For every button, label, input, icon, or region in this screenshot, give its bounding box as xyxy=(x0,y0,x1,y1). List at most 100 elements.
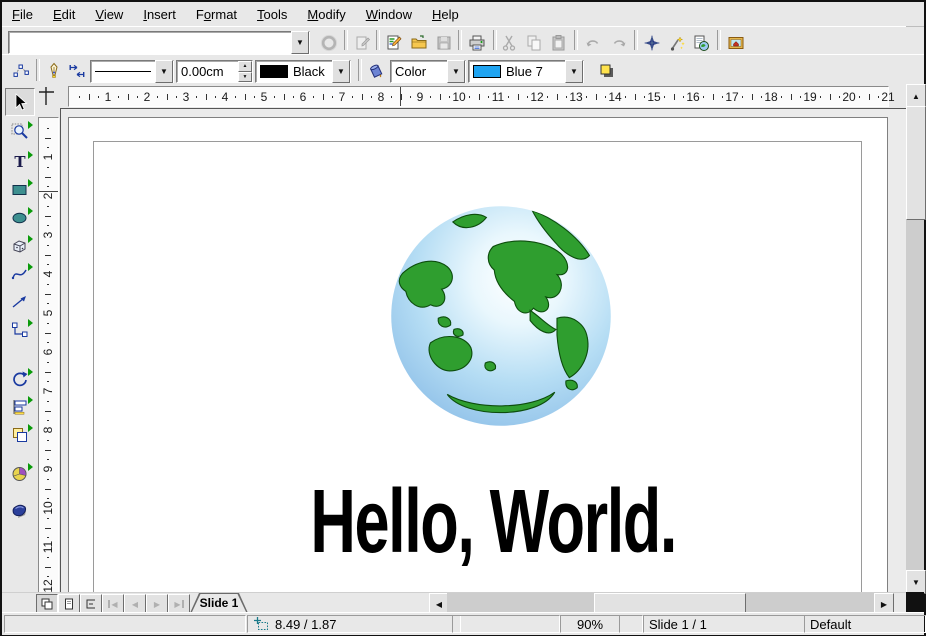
autopilot-button[interactable] xyxy=(664,30,689,55)
url-combo-value[interactable] xyxy=(9,32,291,53)
web-document-button[interactable] xyxy=(688,30,714,55)
flyout-indicator xyxy=(28,396,33,404)
fill-color-dropdown-button[interactable]: ▼ xyxy=(565,60,583,83)
fill-type-dropdown-button[interactable]: ▼ xyxy=(447,60,465,83)
zoom-tool[interactable] xyxy=(5,118,35,146)
fill-color-combo[interactable]: Blue 7 ▼ xyxy=(468,60,584,83)
open-button[interactable] xyxy=(406,30,432,55)
effects-tool[interactable] xyxy=(5,498,35,526)
flyout-indicator xyxy=(28,121,33,129)
cursor-position-panel[interactable]: 8.49 / 1.87 xyxy=(247,615,461,633)
line-width-spin-buttons[interactable]: ▲ ▼ xyxy=(238,61,252,82)
line-style-combo[interactable]: ▼ xyxy=(90,60,174,83)
url-combo-dropdown-button[interactable]: ▼ xyxy=(291,31,309,54)
print-button[interactable] xyxy=(463,30,491,55)
edit-points-icon xyxy=(12,62,30,80)
slide-view-button[interactable] xyxy=(36,594,58,614)
select-tool[interactable] xyxy=(5,88,35,116)
master-view-button[interactable] xyxy=(58,594,80,614)
separator xyxy=(458,30,462,50)
spin-down-icon[interactable]: ▼ xyxy=(238,72,252,83)
globe-ocean xyxy=(391,206,611,426)
horizontal-ruler[interactable]: 123456789101112131415161718192021 xyxy=(60,84,906,108)
window-resize-grip[interactable] xyxy=(906,592,924,612)
lines-arrows-tool[interactable] xyxy=(5,288,35,316)
new-document-icon xyxy=(385,34,403,52)
menu-format[interactable]: Format xyxy=(186,4,247,25)
paste-button xyxy=(546,30,572,55)
menu-help[interactable]: Help xyxy=(422,4,469,25)
spin-up-icon[interactable]: ▲ xyxy=(238,61,252,72)
last-slide-button: ▶ xyxy=(168,594,190,614)
shadow-button[interactable] xyxy=(594,58,620,84)
hruler-number: 20 xyxy=(842,90,855,104)
slide-title-textbox[interactable]: Hello, World. xyxy=(70,470,906,580)
zoom-value: 90% xyxy=(577,617,603,632)
hruler-number: 17 xyxy=(725,90,738,104)
url-combo[interactable]: ▼ xyxy=(8,31,310,54)
menu-edit[interactable]: Edit xyxy=(43,4,85,25)
hruler-number: 10 xyxy=(452,90,465,104)
drawing-canvas[interactable]: Hello, World. xyxy=(60,108,906,592)
horizontal-scrollbar[interactable] xyxy=(447,593,874,613)
layer-view-button[interactable] xyxy=(80,594,102,614)
vruler-number: 8 xyxy=(41,427,55,434)
rotate-tool[interactable] xyxy=(5,365,35,393)
line-color-dropdown-button[interactable]: ▼ xyxy=(332,60,350,83)
new-document-button[interactable] xyxy=(381,30,407,55)
solid-line-sample xyxy=(95,71,151,72)
menu-window[interactable]: Window xyxy=(356,4,422,25)
hruler-number: 1 xyxy=(105,90,112,104)
copy-button xyxy=(521,30,547,55)
vertical-ruler[interactable]: 123456789101112 xyxy=(36,108,60,592)
alignment-tool[interactable] xyxy=(5,393,35,421)
slide-indicator-panel[interactable]: Slide 1 / 1 xyxy=(643,615,805,633)
copy-icon xyxy=(525,34,543,52)
menu-tools[interactable]: Tools xyxy=(247,4,297,25)
master-view-icon xyxy=(63,598,75,610)
arrange-tool[interactable] xyxy=(5,421,35,449)
ellipse-tool[interactable] xyxy=(5,204,35,232)
line-width-spinner[interactable]: 0.00cm ▲ ▼ xyxy=(176,60,253,83)
chevron-down-icon: ▼ xyxy=(337,67,345,76)
object-bar: ▼ 0.00cm ▲ ▼ Black ▼ Color ▼ Blue 7 ▼ xyxy=(2,54,924,86)
insert-tool[interactable] xyxy=(5,460,35,488)
flyout-indicator xyxy=(28,263,33,271)
arrow-style-button[interactable] xyxy=(65,58,89,84)
3d-objects-tool[interactable] xyxy=(5,232,35,260)
vertical-scrollbar[interactable]: ▲ ▼ xyxy=(906,84,924,592)
menu-insert[interactable]: Insert xyxy=(133,4,186,25)
line-style-dropdown-button[interactable]: ▼ xyxy=(155,60,173,83)
fill-type-combo[interactable]: Color ▼ xyxy=(390,60,466,83)
page-style-panel[interactable]: Default xyxy=(804,615,926,633)
flyout-indicator xyxy=(28,207,33,215)
separator xyxy=(36,59,40,81)
edit-file-button xyxy=(350,30,375,55)
status-modified-panel xyxy=(619,615,643,633)
rectangle-tool[interactable] xyxy=(5,176,35,204)
scroll-down-button[interactable]: ▼ xyxy=(906,570,926,594)
line-dialog-button[interactable] xyxy=(42,58,66,84)
line-color-combo[interactable]: Black ▼ xyxy=(255,60,351,83)
alignment-icon xyxy=(10,397,30,417)
fill-type-value[interactable]: Color xyxy=(391,61,447,82)
zoom-panel[interactable]: 90% xyxy=(560,615,620,633)
line-style-value[interactable] xyxy=(91,61,155,82)
tab-slide-1[interactable]: Slide 1 xyxy=(190,593,248,613)
flyout-indicator xyxy=(28,424,33,432)
menu-modify[interactable]: Modify xyxy=(297,4,355,25)
globe-image[interactable] xyxy=(389,203,613,429)
vertical-scrollbar-thumb[interactable] xyxy=(906,106,926,220)
hruler-number: 13 xyxy=(569,90,582,104)
navigator-button[interactable] xyxy=(639,30,665,55)
area-dialog-button[interactable] xyxy=(364,58,388,84)
curve-tool[interactable] xyxy=(5,260,35,288)
scroll-up-button[interactable]: ▲ xyxy=(906,84,926,108)
line-width-value[interactable]: 0.00cm xyxy=(177,61,238,82)
text-tool[interactable]: T xyxy=(5,148,35,176)
menu-file[interactable]: File xyxy=(2,4,43,25)
edit-points-button[interactable] xyxy=(8,58,34,84)
gallery-button[interactable] xyxy=(723,30,749,55)
connector-tool[interactable] xyxy=(5,316,35,344)
menu-view[interactable]: View xyxy=(85,4,133,25)
